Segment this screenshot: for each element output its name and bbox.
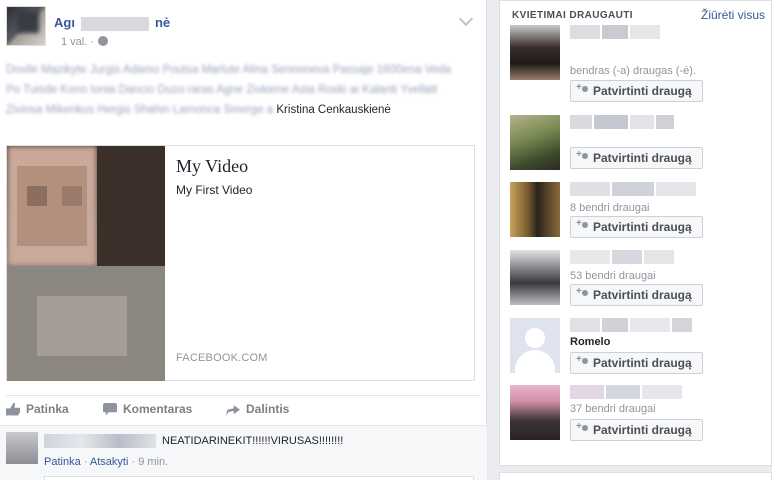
confirm-friend-button[interactable]: Patvirtinti draugą	[570, 352, 703, 374]
confirm-friend-button[interactable]: Patvirtinti draugą	[570, 419, 703, 441]
mutual-friends[interactable]: 53 bendri draugai	[570, 270, 656, 282]
friend-request-item: 53 bendri draugai Patvirtinti draugą	[510, 250, 768, 310]
mutual-friends[interactable]: 8 bendri draugai	[570, 202, 650, 214]
requester-name-redacted[interactable]	[570, 250, 710, 266]
add-friend-icon	[576, 218, 589, 232]
card-title[interactable]: My Video	[176, 156, 248, 177]
comment-time[interactable]: 9 min.	[138, 456, 168, 468]
requester-photo[interactable]	[510, 25, 560, 80]
panel-title: KVIETIMAI DRAUGAUTI	[512, 10, 633, 21]
post-header: Agı nė 1 val. ·	[6, 6, 481, 48]
like-button[interactable]: Patinka	[6, 402, 69, 416]
friend-request-item: bendras (-a) draugas (-ė). Patvirtinti d…	[510, 25, 768, 102]
author-last-name[interactable]: nė	[155, 15, 170, 30]
feed-post: Agı nė 1 val. · Dovile Mazikyte Jurgis Ad…	[0, 0, 487, 480]
confirm-friend-button[interactable]: Patvirtinti draugą	[570, 216, 703, 238]
confirm-label: Patvirtinti draugą	[593, 151, 692, 165]
next-panel-edge	[499, 472, 772, 480]
video-thumbnail[interactable]	[7, 146, 165, 381]
requester-name-redacted[interactable]	[570, 318, 710, 334]
commenter-name-redacted[interactable]	[44, 434, 156, 448]
comment-icon	[103, 402, 117, 416]
confirm-label: Patvirtinti draugą	[593, 220, 692, 234]
tagged-name-visible[interactable]: Kristina Cenkauskienė	[276, 104, 390, 116]
requester-photo[interactable]	[510, 385, 560, 440]
requester-photo[interactable]	[510, 318, 560, 373]
add-friend-icon	[576, 82, 589, 96]
comment-meta: Patinka · Atsakyti · 9 min.	[44, 456, 168, 468]
requester-name-redacted[interactable]	[570, 182, 710, 198]
comment-input[interactable]	[44, 476, 474, 480]
requester-name-redacted[interactable]	[570, 385, 710, 401]
friend-request-item: Patvirtinti draugą	[510, 115, 768, 175]
add-friend-icon	[576, 421, 589, 435]
card-domain: FACEBOOK.COM	[176, 352, 268, 364]
comment-button[interactable]: Komentaras	[103, 402, 192, 416]
mutual-friends[interactable]: bendras (-a) draugas (-ė).	[570, 65, 696, 77]
globe-icon	[98, 36, 109, 46]
author-first-name[interactable]: Agı	[54, 15, 75, 30]
requester-photo[interactable]	[510, 115, 560, 170]
shared-link-card[interactable]: My Video My First Video FACEBOOK.COM	[6, 145, 475, 381]
commenter-avatar[interactable]	[6, 432, 38, 464]
redacted-name	[80, 16, 149, 31]
see-all-link[interactable]: Žiūrėti visus	[701, 8, 765, 22]
friend-request-item: 37 bendri draugai Patvirtinti draugą	[510, 385, 768, 445]
requester-name-redacted[interactable]	[570, 115, 710, 131]
comment-text: NEATIDARINEKIT!!!!!!VIRUSAS!!!!!!!!	[162, 435, 344, 447]
confirm-label: Patvirtinti draugą	[593, 84, 692, 98]
requester-photo[interactable]	[510, 250, 560, 305]
confirm-label: Patvirtinti draugą	[593, 288, 692, 302]
post-actions: Patinka Komentaras Dalintis	[6, 395, 481, 423]
mutual-friends[interactable]: 37 bendri draugai	[570, 403, 656, 415]
comment-section: NEATIDARINEKIT!!!!!!VIRUSAS!!!!!!!! Pati…	[0, 425, 487, 480]
add-friend-icon	[576, 149, 589, 163]
add-friend-icon	[576, 286, 589, 300]
friend-request-item: Romelo Patvirtinti draugą	[510, 318, 768, 378]
friend-request-item: 8 bendri draugai Patvirtinti draugą	[510, 182, 768, 242]
comment-reply-link[interactable]: Atsakyti	[90, 456, 129, 468]
share-icon	[226, 405, 240, 416]
comment-label: Komentaras	[123, 402, 193, 416]
author-avatar[interactable]	[6, 6, 46, 46]
add-friend-icon	[576, 354, 589, 368]
confirm-label: Patvirtinti draugą	[593, 356, 692, 370]
requester-photo[interactable]	[510, 182, 560, 237]
card-description: My First Video	[176, 183, 253, 197]
share-label: Dalintis	[246, 402, 290, 416]
confirm-friend-button[interactable]: Patvirtinti draugą	[570, 147, 703, 169]
tagged-friends: Dovile Mazikyte Jurgis Adamo Poutsa Marl…	[6, 60, 468, 120]
timestamp-text[interactable]: 1 val. ·	[61, 36, 94, 48]
like-label: Patinka	[26, 402, 69, 416]
friend-requests-panel: KVIETIMAI DRAUGAUTI Žiūrėti visus bendra…	[499, 0, 772, 466]
post-timestamp[interactable]: 1 val. ·	[61, 36, 109, 48]
mutual-friends[interactable]: Romelo	[570, 336, 610, 348]
author-name[interactable]: Agı nė	[54, 15, 170, 31]
thumbs-up-icon	[6, 402, 20, 416]
confirm-label: Patvirtinti draugą	[593, 423, 692, 437]
confirm-friend-button[interactable]: Patvirtinti draugą	[570, 284, 703, 306]
chevron-down-icon[interactable]	[458, 11, 474, 27]
confirm-friend-button[interactable]: Patvirtinti draugą	[570, 80, 703, 102]
requester-name-redacted[interactable]	[570, 25, 710, 41]
comment-like-link[interactable]: Patinka	[44, 456, 81, 468]
share-button[interactable]: Dalintis	[226, 402, 289, 416]
